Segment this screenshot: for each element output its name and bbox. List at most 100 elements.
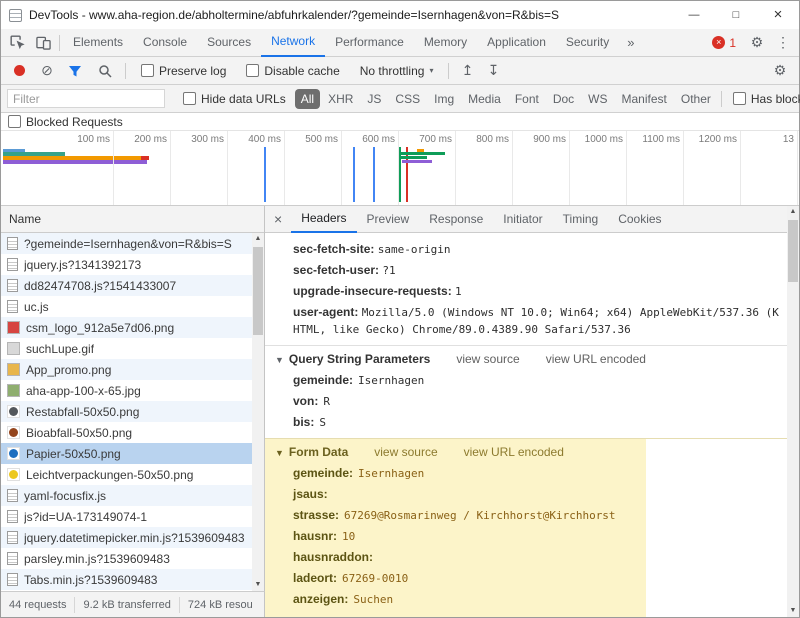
details-tab-preview[interactable]: Preview [357,206,420,233]
param-row: bis:S [265,412,787,433]
preserve-log-checkbox[interactable] [141,64,154,77]
scroll-up-arrow-icon[interactable]: ▲ [252,233,264,245]
import-har-icon[interactable]: ↥ [456,62,478,79]
request-row[interactable]: jquery.js?1341392173 [1,254,252,275]
scroll-down-arrow-icon[interactable]: ▼ [252,579,264,591]
tab-console[interactable]: Console [133,29,197,57]
filter-input[interactable] [7,89,165,108]
overview-timeline[interactable]: 100 ms200 ms300 ms400 ms500 ms600 ms700 … [1,131,799,206]
request-row[interactable]: js?id=UA-173149074-1 [1,506,252,527]
query-view-source-link[interactable]: view source [456,352,519,366]
tab-security[interactable]: Security [556,29,619,57]
has-blocked-cookies-checkbox[interactable] [733,92,746,105]
filter-chip-img[interactable]: Img [428,89,460,109]
overview-gridline [341,131,342,205]
settings-gear-icon[interactable]: ⚙ [744,30,770,56]
image-thumbnail-icon [7,468,20,481]
collapse-triangle-icon[interactable]: ▼ [275,448,284,458]
filter-chip-ws[interactable]: WS [582,89,613,109]
close-window-button-icon[interactable]: × [757,1,799,29]
scroll-up-arrow-icon[interactable]: ▲ [787,206,799,218]
name-column-header[interactable]: Name [1,206,264,233]
hide-data-urls-option[interactable]: Hide data URLs [183,92,286,106]
search-icon[interactable] [92,58,118,84]
request-row[interactable]: yaml-focusfix.js [1,485,252,506]
param-name: gemeinde: [293,373,353,387]
file-icon [7,489,18,502]
query-view-url-encoded-link[interactable]: view URL encoded [546,352,646,366]
form-view-source-link[interactable]: view source [374,445,437,459]
preserve-log-label: Preserve log [159,64,226,78]
maximize-button-icon[interactable]: □ [715,1,757,29]
more-tabs-chevron-icon[interactable]: » [619,35,642,50]
preserve-log-option[interactable]: Preserve log [141,64,226,78]
request-row[interactable]: uc.js [1,296,252,317]
filter-chip-font[interactable]: Font [509,89,545,109]
minimize-button-icon[interactable]: — [673,1,715,29]
disable-cache-checkbox[interactable] [246,64,259,77]
request-row[interactable]: parsley.min.js?1539609483 [1,548,252,569]
tab-elements[interactable]: Elements [63,29,133,57]
request-row[interactable]: csm_logo_912a5e7d06.png [1,317,252,338]
request-row[interactable]: Papier-50x50.png [1,443,252,464]
request-list-rows: ?gemeinde=Isernhagen&von=R&bis=Sjquery.j… [1,233,252,591]
details-tab-strip: HeadersPreviewResponseInitiatorTimingCoo… [291,206,671,233]
form-section-title: Form Data [289,445,348,459]
details-tab-headers[interactable]: Headers [291,206,356,233]
request-name: Tabs.min.js?1539609483 [24,573,157,587]
details-tab-initiator[interactable]: Initiator [493,206,552,233]
request-row[interactable]: Restabfall-50x50.png [1,401,252,422]
throttling-dropdown[interactable]: No throttling ▾ [360,64,434,78]
form-view-url-encoded-link[interactable]: view URL encoded [464,445,564,459]
filter-chip-other[interactable]: Other [675,89,717,109]
inspect-element-icon[interactable] [4,30,30,56]
filter-chip-css[interactable]: CSS [389,89,426,109]
clear-network-log-icon[interactable]: ⊘ [36,62,58,79]
blocked-requests-checkbox[interactable] [8,115,21,128]
filter-chip-all[interactable]: All [295,89,320,109]
request-row[interactable]: App_promo.png [1,359,252,380]
request-row[interactable]: jquery.datetimepicker.min.js?1539609483 [1,527,252,548]
has-blocked-cookies-option[interactable]: Has blocked cookies [733,92,800,106]
filter-chip-xhr[interactable]: XHR [322,89,359,109]
request-row[interactable]: Leichtverpackungen-50x50.png [1,464,252,485]
details-tab-cookies[interactable]: Cookies [608,206,671,233]
details-tab-timing[interactable]: Timing [553,206,609,233]
scroll-down-arrow-icon[interactable]: ▼ [787,605,799,617]
console-error-badge[interactable]: × 1 [712,36,736,50]
request-row[interactable]: aha-app-100-x-65.jpg [1,380,252,401]
request-row[interactable]: Bioabfall-50x50.png [1,422,252,443]
close-details-icon[interactable]: × [265,211,291,227]
export-har-icon[interactable]: ↧ [482,62,504,79]
tab-application[interactable]: Application [477,29,556,57]
network-settings-gear-icon[interactable]: ⚙ [767,58,793,84]
filter-chip-doc[interactable]: Doc [547,89,580,109]
param-name: ladeort: [293,571,337,585]
request-row[interactable]: suchLupe.gif [1,338,252,359]
file-icon [7,573,18,586]
collapse-triangle-icon[interactable]: ▼ [275,355,284,365]
tab-network[interactable]: Network [261,29,325,57]
request-row[interactable]: ?gemeinde=Isernhagen&von=R&bis=S [1,233,252,254]
details-tab-response[interactable]: Response [419,206,493,233]
tab-performance[interactable]: Performance [325,29,414,57]
record-network-log-icon[interactable] [14,65,25,76]
device-toolbar-icon[interactable] [30,30,56,56]
request-row[interactable]: dd82474708.js?1541433007 [1,275,252,296]
hide-data-urls-checkbox[interactable] [183,92,196,105]
header-name: upgrade-insecure-requests: [293,284,455,298]
filter-chip-media[interactable]: Media [462,89,507,109]
filter-chip-manifest[interactable]: Manifest [616,89,673,109]
filter-funnel-icon[interactable] [62,58,88,84]
disable-cache-option[interactable]: Disable cache [246,64,339,78]
request-name: uc.js [24,300,49,314]
details-scrollbar[interactable]: ▲ ▼ [787,206,799,617]
tab-memory[interactable]: Memory [414,29,477,57]
scrollbar-thumb[interactable] [253,247,263,335]
kebab-menu-icon[interactable]: ⋮ [770,30,796,56]
filter-chip-js[interactable]: JS [361,89,387,109]
request-list-scrollbar[interactable]: ▲ ▼ [252,233,264,591]
scrollbar-thumb[interactable] [788,220,798,282]
request-row[interactable]: Tabs.min.js?1539609483 [1,569,252,590]
tab-sources[interactable]: Sources [197,29,261,57]
